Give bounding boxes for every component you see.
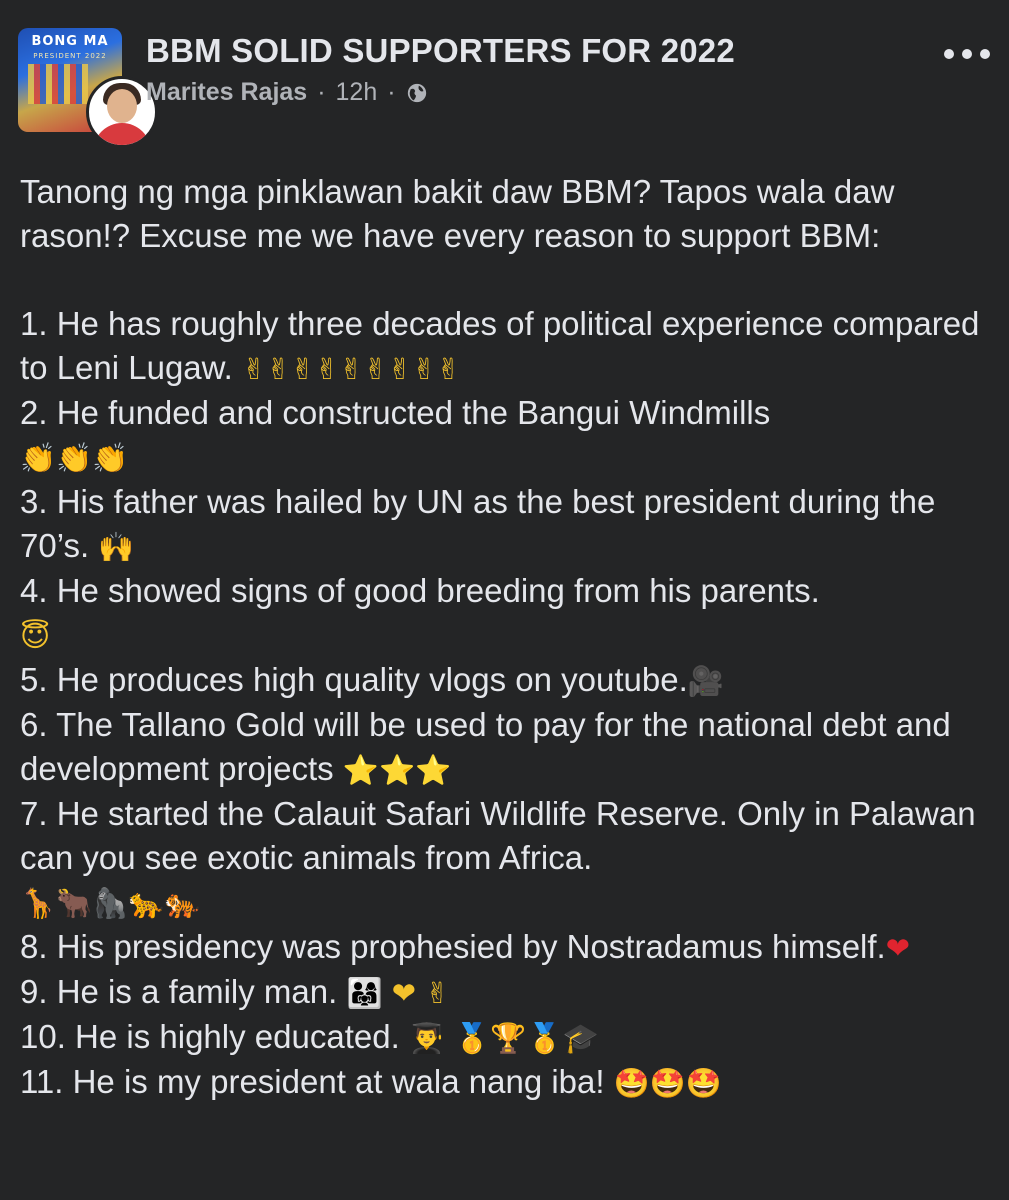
more-dot	[980, 49, 990, 59]
globe-icon[interactable]	[406, 82, 428, 104]
list-item: 9. He is a family man. 👨‍👩‍👧 ❤ ✌	[20, 970, 995, 1015]
list-item-text: 9. He is a family man.	[20, 973, 338, 1010]
family-heart-peace-emoji: 👨‍👩‍👧 ❤ ✌	[346, 976, 450, 1010]
meta-separator: ·	[387, 78, 396, 106]
list-item: 11. He is my president at wala nang iba!…	[20, 1060, 995, 1105]
list-item: 2. He funded and constructed the Bangui …	[20, 391, 995, 480]
post-meta: Marites Rajas · 12h ·	[146, 78, 428, 107]
more-dot	[944, 49, 954, 59]
red-heart-emoji: ❤	[885, 931, 911, 965]
safari-animals-emoji: 🦒🐂🦍🐆🐅	[20, 886, 201, 920]
clapping-hands-emoji: 👏👏👏	[20, 441, 129, 475]
group-avatar-banner-text: BONG MA	[31, 34, 109, 49]
graduate-medals-trophy-emoji: 👨‍🎓 🥇🏆🥇🎓	[408, 1021, 599, 1055]
more-options-icon[interactable]	[944, 44, 990, 64]
post-intro: Tanong ng mga pinklawan bakit daw BBM? T…	[20, 173, 895, 254]
more-dot	[962, 49, 972, 59]
avatar-face	[107, 89, 137, 123]
group-avatar-banner-sub: PRESIDENT 2022	[33, 52, 107, 60]
author-name-link[interactable]: Marites Rajas	[146, 78, 307, 107]
facebook-post: BONG MA PRESIDENT 2022 BBM SOLID SUPPORT…	[0, 0, 1009, 1200]
movie-camera-emoji: 🎥	[687, 664, 724, 698]
list-item: 6. The Tallano Gold will be used to pay …	[20, 703, 995, 792]
star-emoji: ⭐⭐⭐	[342, 753, 452, 787]
list-item: 5. He produces high quality vlogs on you…	[20, 658, 995, 703]
avatar-shirt	[93, 123, 151, 145]
list-item: 10. He is highly educated. 👨‍🎓 🥇🏆🥇🎓	[20, 1015, 995, 1060]
list-item-text: 10. He is highly educated.	[20, 1018, 400, 1055]
list-item-text: 6. The Tallano Gold will be used to pay …	[20, 706, 951, 787]
list-item-text: 3. His father was hailed by UN as the be…	[20, 483, 936, 564]
list-item-text: 11. He is my president at wala nang iba!	[20, 1063, 605, 1100]
peace-hand-emoji: ✌✌✌✌✌✌✌✌✌	[242, 352, 461, 386]
list-item: 8. His presidency was prophesied by Nost…	[20, 925, 995, 970]
list-item-text: 8. His presidency was prophesied by Nost…	[20, 928, 886, 965]
angel-face-emoji: 😇	[20, 619, 51, 653]
group-avatar-poster	[28, 64, 88, 104]
list-item-text: 1. He has roughly three decades of polit…	[20, 305, 980, 386]
post-body: Tanong ng mga pinklawan bakit daw BBM? T…	[20, 170, 995, 1105]
list-item-text: 2. He funded and constructed the Bangui …	[20, 394, 771, 431]
list-item: 1. He has roughly three decades of polit…	[20, 302, 995, 391]
raised-hands-emoji: 🙌	[98, 530, 135, 564]
list-item-text: 4. He showed signs of good breeding from…	[20, 572, 820, 609]
list-item: 3. His father was hailed by UN as the be…	[20, 480, 995, 569]
list-item: 7. He started the Calauit Safari Wildlif…	[20, 792, 995, 925]
star-struck-emoji: 🤩🤩🤩	[613, 1066, 723, 1100]
post-timestamp[interactable]: 12h	[336, 78, 378, 107]
meta-separator: ·	[317, 78, 326, 106]
list-item-text: 5. He produces high quality vlogs on you…	[20, 661, 688, 698]
list-item: 4. He showed signs of good breeding from…	[20, 569, 995, 658]
list-item-text: 7. He started the Calauit Safari Wildlif…	[20, 795, 976, 876]
post-header: BONG MA PRESIDENT 2022 BBM SOLID SUPPORT…	[14, 20, 994, 148]
group-name-link[interactable]: BBM SOLID SUPPORTERS FOR 2022	[146, 32, 735, 70]
